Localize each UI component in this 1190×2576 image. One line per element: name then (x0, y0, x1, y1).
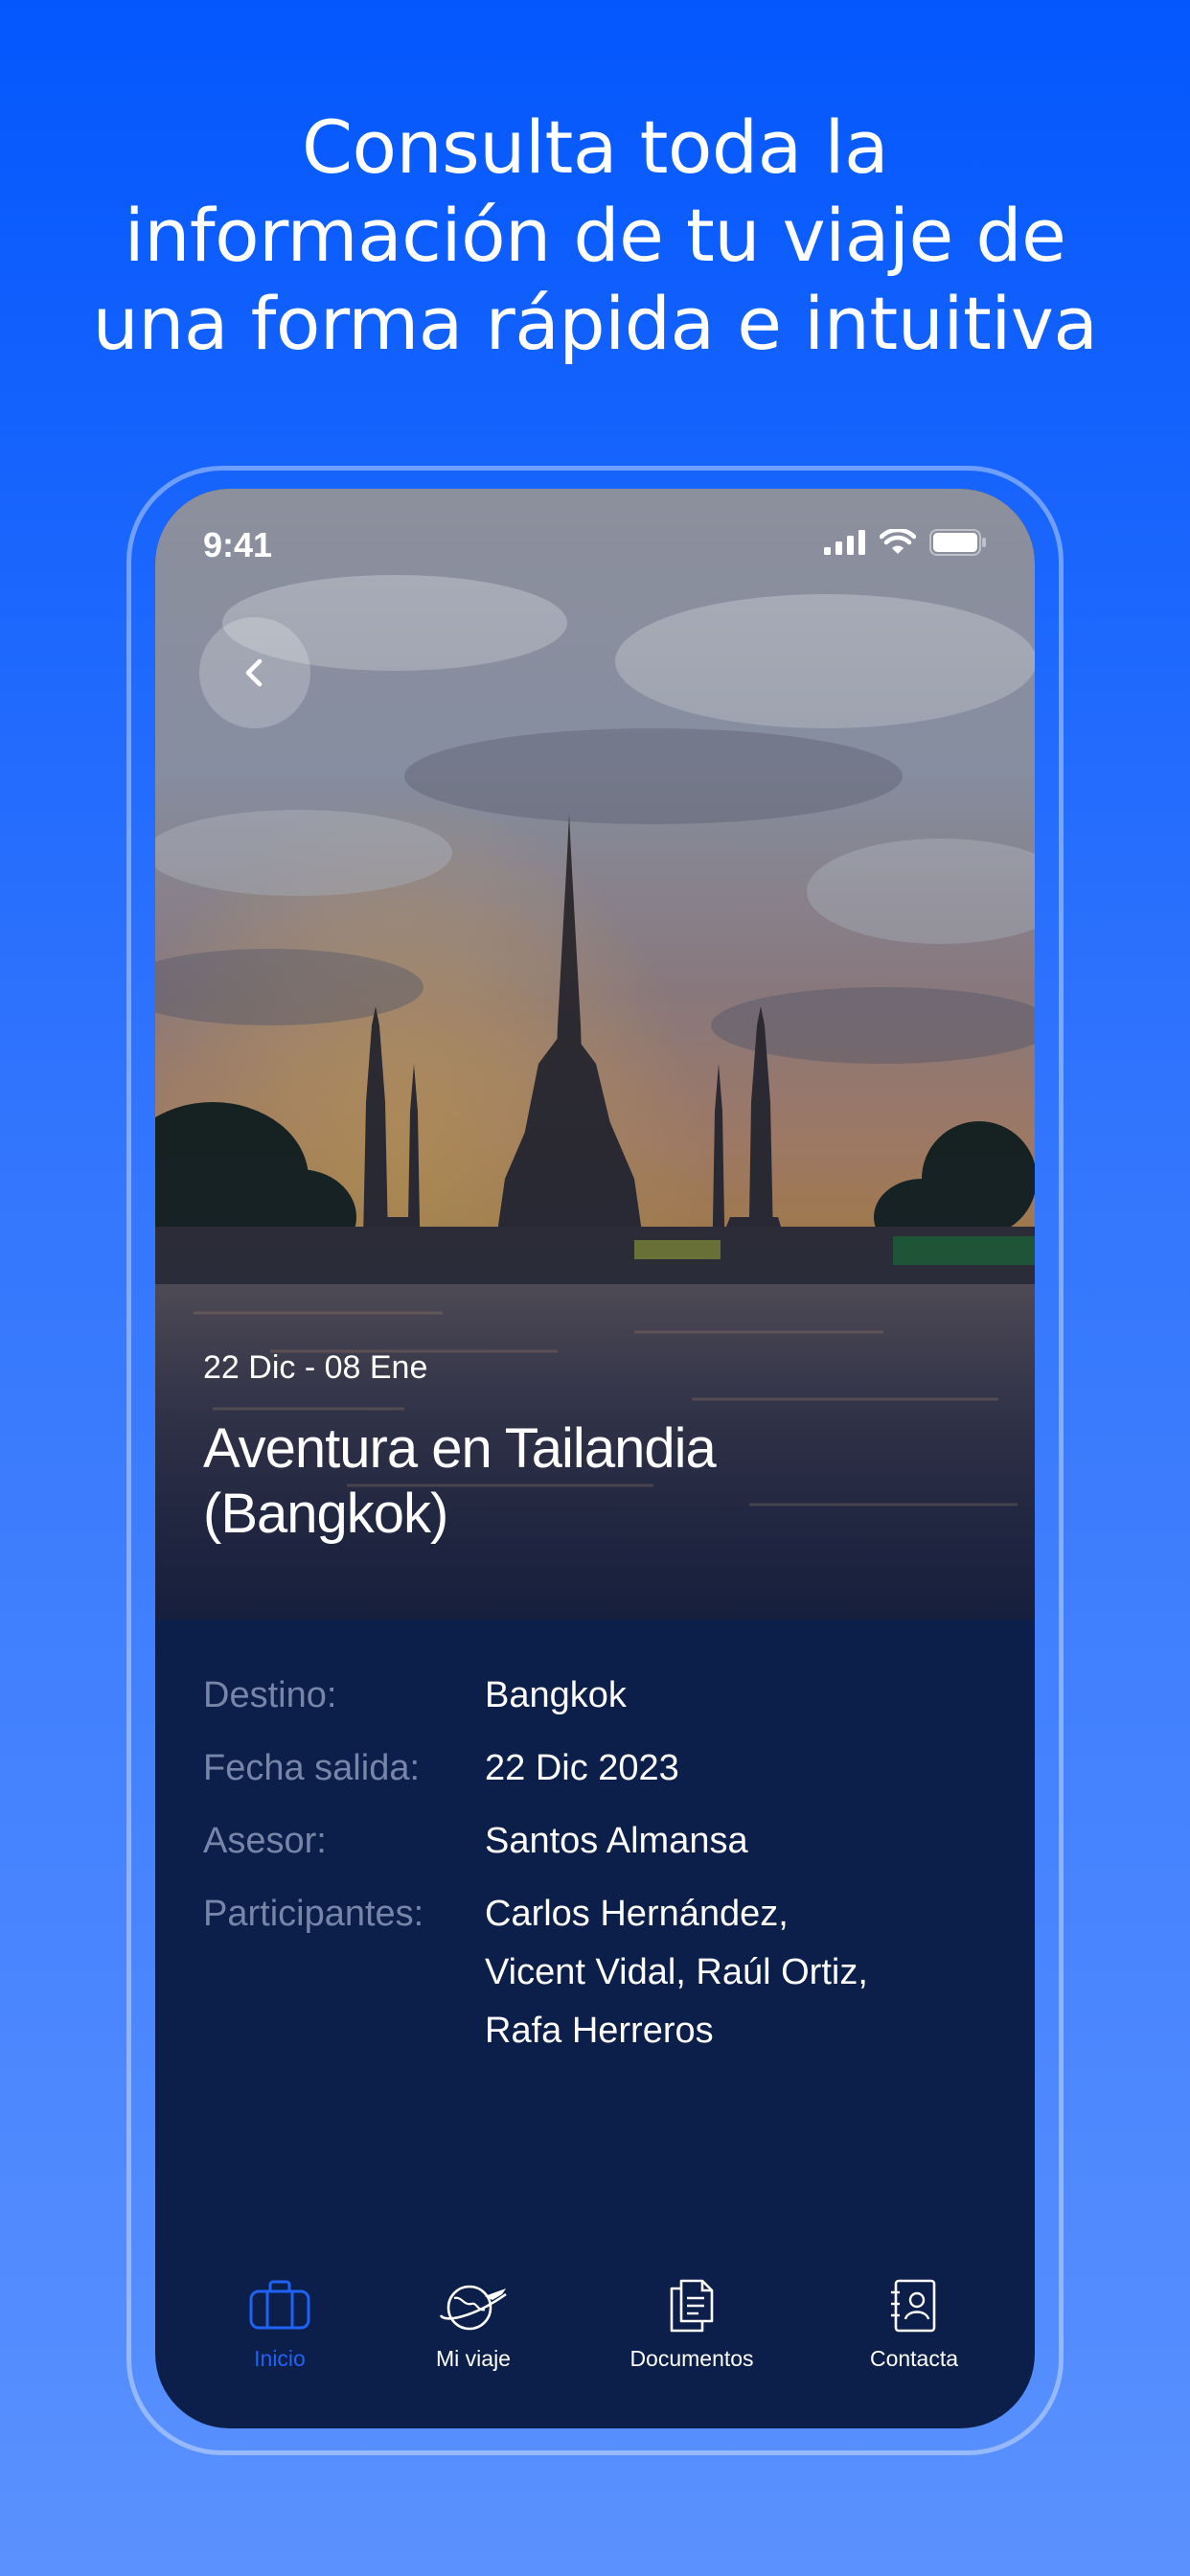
detail-value: Santos Almansa (485, 1821, 748, 1861)
phone-screen: 9:41 22 Dic - 08 Ene Aventura en Tailand… (155, 489, 1035, 2428)
status-time: 9:41 (203, 525, 273, 564)
chevron-left-icon (245, 658, 263, 687)
detail-label: Fecha salida: (203, 1748, 421, 1788)
detail-value: Bangkok (485, 1675, 627, 1715)
detail-row-advisor: Asesor: Santos Almansa (203, 1819, 996, 1863)
participants-line: Carlos Hernández, (485, 1894, 789, 1934)
contact-card-icon (891, 2279, 936, 2333)
headline-line-2: información de tu viaje de (124, 193, 1066, 278)
headline-line-3: una forma rápida e intuitiva (92, 281, 1098, 366)
detail-label: Asesor: (203, 1821, 327, 1861)
tab-label: Inicio (254, 2346, 306, 2371)
tab-bar: Inicio Mi viaje Documentos Contacta (155, 2275, 1035, 2419)
detail-row-departure: Fecha salida: 22 Dic 2023 (203, 1746, 996, 1790)
signal-icon (824, 530, 865, 555)
tab-label: Contacta (869, 2346, 959, 2371)
participants-line: Rafa Herreros (485, 2011, 714, 2051)
headline-line-1: Consulta toda la (301, 104, 889, 190)
status-icons (824, 529, 987, 556)
trip-details: Destino: Bangkok Fecha salida: 22 Dic 20… (203, 1673, 996, 2089)
suitcase-icon (249, 2280, 310, 2330)
wifi-icon (880, 529, 916, 554)
tab-mi-viaje[interactable]: Mi viaje (404, 2275, 542, 2372)
hero-image: 9:41 22 Dic - 08 Ene Aventura en Tailand… (155, 489, 1035, 1620)
tab-contacta[interactable]: Contacta (845, 2275, 983, 2372)
trip-title: Aventura en Tailandia (Bangkok) (203, 1417, 717, 1545)
detail-value: 22 Dic 2023 (485, 1748, 679, 1788)
detail-row-destination: Destino: Bangkok (203, 1673, 996, 1717)
tab-documentos[interactable]: Documentos (606, 2275, 778, 2372)
tab-inicio[interactable]: Inicio (211, 2275, 349, 2372)
participants-value: Carlos Hernández, Vicent Vidal, Raúl Ort… (485, 1885, 926, 2060)
back-button[interactable] (199, 617, 310, 728)
detail-label: Destino: (203, 1675, 337, 1715)
detail-row-participants: Participantes: Carlos Hernández, Vicent … (203, 1892, 996, 2060)
headline: Consulta toda la información de tu viaje… (0, 104, 1190, 368)
battery-icon (929, 529, 986, 556)
tab-label: Documentos (629, 2346, 754, 2371)
globe-plane-icon (439, 2285, 507, 2331)
trip-dates: 22 Dic - 08 Ene (203, 1349, 428, 1386)
documents-icon (670, 2279, 714, 2333)
detail-label: Participantes: (203, 1894, 424, 1934)
participants-line: Vicent Vidal, Raúl Ortiz, (485, 1952, 868, 1992)
tab-label: Mi viaje (436, 2346, 511, 2371)
